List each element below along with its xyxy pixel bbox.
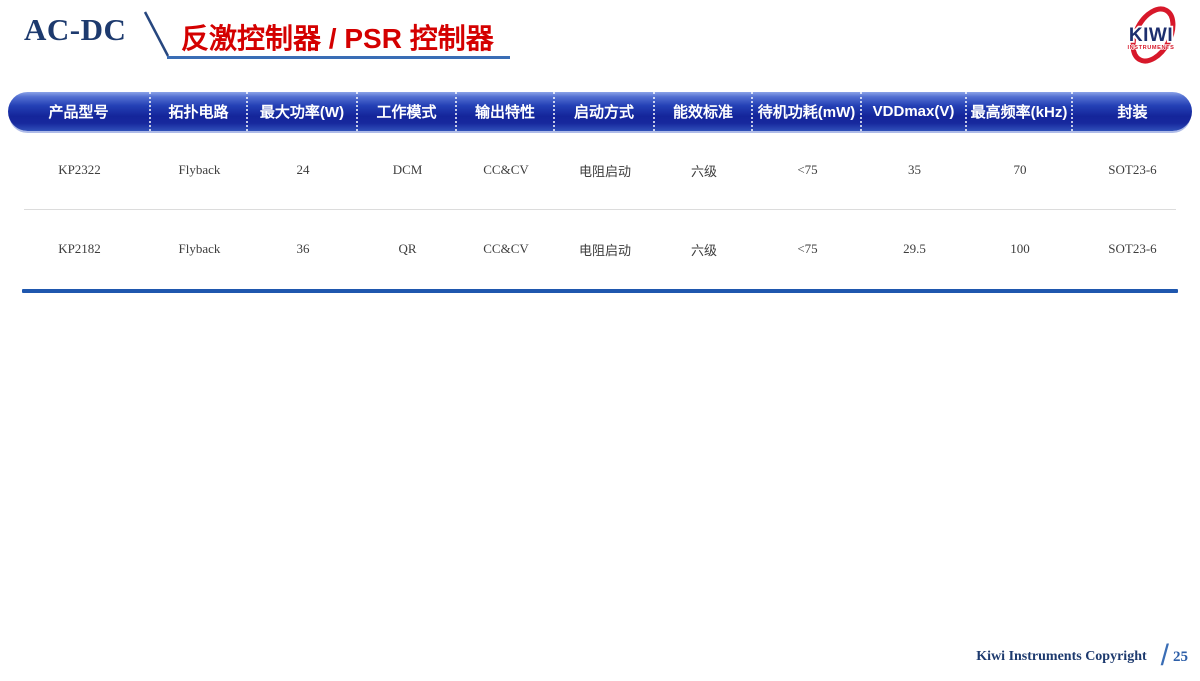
page-number: 25: [1173, 649, 1188, 666]
product-table: 产品型号 拓扑电路 最大功率(W) 工作模式 输出特性 启动方式 能效标准 待机…: [8, 92, 1192, 293]
column-header-output: 输出特性: [457, 92, 555, 131]
logo-subtitle-text: INSTRUMENTS: [1128, 45, 1175, 51]
cell-topology: Flyback: [151, 241, 248, 257]
kiwi-logo: KIWI INSTRUMENTS: [1108, 3, 1194, 69]
column-header-efficiency: 能效标准: [655, 92, 753, 131]
cell-package: SOT23-6: [1073, 162, 1192, 178]
copyright-text: Kiwi Instruments Copyright: [976, 649, 1146, 665]
cell-topology: Flyback: [151, 162, 248, 178]
cell-vddmax: 35: [862, 162, 967, 178]
footer-slash-divider: /: [1161, 639, 1169, 673]
footer: Kiwi Instruments Copyright / 25: [976, 639, 1188, 675]
column-header-package: 封装: [1073, 92, 1192, 131]
cell-max-power: 36: [248, 241, 358, 257]
cell-product-model: KP2182: [8, 241, 151, 257]
table-header-row: 产品型号 拓扑电路 最大功率(W) 工作模式 输出特性 启动方式 能效标准 待机…: [8, 92, 1192, 131]
cell-efficiency: 六级: [655, 240, 753, 259]
cell-vddmax: 29.5: [862, 241, 967, 257]
column-header-vddmax: VDDmax(V): [862, 92, 967, 131]
column-header-max-freq: 最高频率(kHz): [967, 92, 1073, 131]
table-row-kp2182: KP2182 Flyback 36 QR CC&CV 电阻启动 六级 <75 2…: [8, 210, 1192, 288]
cell-max-freq: 70: [967, 162, 1073, 178]
cell-output: CC&CV: [457, 162, 555, 178]
cell-standby-power: <75: [753, 241, 862, 257]
cell-max-power: 24: [248, 162, 358, 178]
cell-output: CC&CV: [457, 241, 555, 257]
section-label: AC-DC: [24, 12, 126, 48]
column-header-work-mode: 工作模式: [358, 92, 457, 131]
column-header-standby-power: 待机功耗(mW): [753, 92, 862, 131]
page-title: 反激控制器 / PSR 控制器: [181, 17, 494, 57]
column-header-startup: 启动方式: [555, 92, 655, 131]
cell-efficiency: 六级: [655, 161, 753, 180]
slide-page: AC-DC 反激控制器 / PSR 控制器 KIWI INSTRUMENTS 产…: [0, 0, 1200, 681]
column-header-max-power: 最大功率(W): [248, 92, 358, 131]
cell-work-mode: QR: [358, 241, 457, 257]
cell-package: SOT23-6: [1073, 241, 1192, 257]
cell-product-model: KP2322: [8, 162, 151, 178]
table-bottom-rule: [22, 289, 1178, 293]
column-header-product-model: 产品型号: [8, 92, 151, 131]
cell-max-freq: 100: [967, 241, 1073, 257]
cell-startup: 电阻启动: [555, 161, 655, 180]
cell-standby-power: <75: [753, 162, 862, 178]
column-header-topology: 拓扑电路: [151, 92, 248, 131]
logo-brand-text: KIWI: [1129, 25, 1173, 46]
cell-work-mode: DCM: [358, 162, 457, 178]
table-row-kp2322: KP2322 Flyback 24 DCM CC&CV 电阻启动 六级 <75 …: [8, 131, 1192, 209]
cell-startup: 电阻启动: [555, 240, 655, 259]
